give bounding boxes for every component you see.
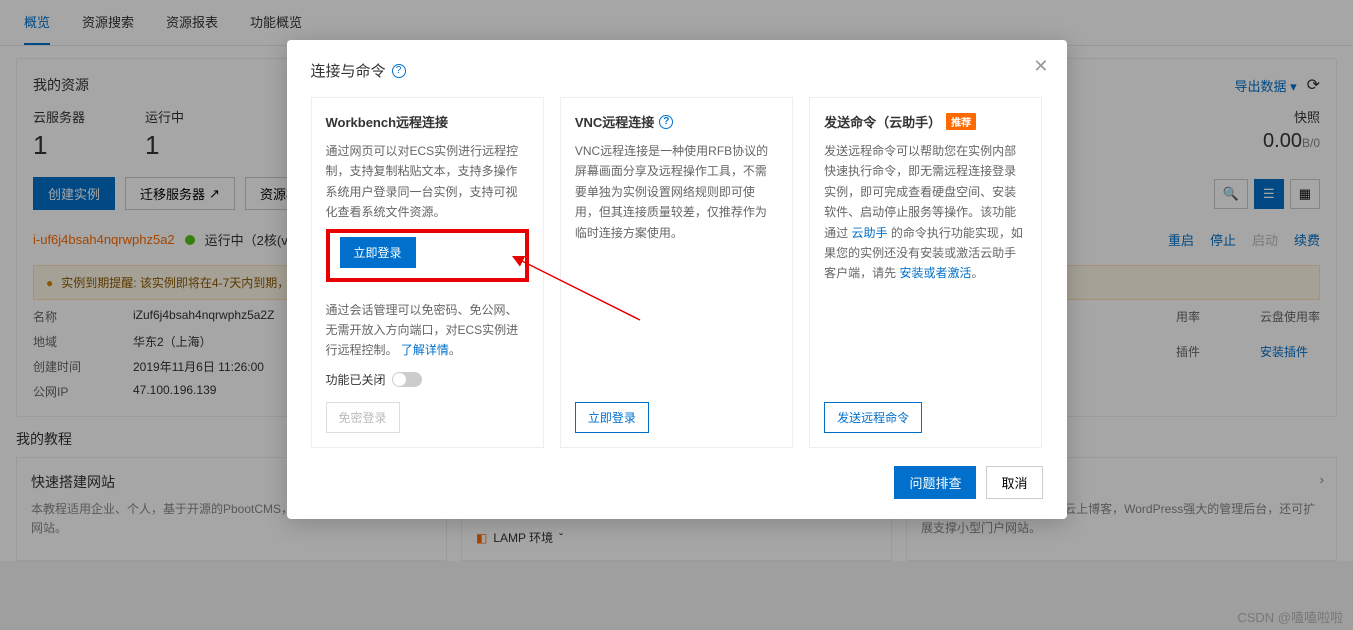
highlight-box: 立即登录 bbox=[326, 229, 529, 282]
vnc-login-button[interactable]: 立即登录 bbox=[575, 402, 649, 433]
watermark: CSDN @嗑嗑啦啦 bbox=[1237, 607, 1343, 626]
activate-link[interactable]: 安装或者激活 bbox=[900, 266, 972, 280]
recommended-badge: 推荐 bbox=[946, 113, 976, 130]
learn-more-link[interactable]: 了解详情 bbox=[401, 343, 449, 357]
feature-closed-label: 功能已关闭 bbox=[326, 371, 386, 388]
workbench-title: Workbench远程连接 bbox=[326, 112, 529, 131]
send-command-button[interactable]: 发送远程命令 bbox=[824, 402, 922, 433]
modal-title: 连接与命令 ? bbox=[311, 60, 1043, 81]
cancel-button[interactable]: 取消 bbox=[986, 466, 1042, 499]
help-icon[interactable]: ? bbox=[659, 115, 673, 129]
workbench-desc: 通过网页可以对ECS实例进行远程控制，支持复制粘贴文本，支持多操作系统用户登录同… bbox=[326, 141, 529, 223]
cloud-helper-link[interactable]: 云助手 bbox=[852, 226, 888, 240]
close-icon[interactable]: ✕ bbox=[1033, 56, 1048, 77]
noauth-login-button: 免密登录 bbox=[326, 402, 400, 433]
vnc-title: VNC远程连接 ? bbox=[575, 112, 778, 131]
connect-modal: 连接与命令 ? ✕ Workbench远程连接 通过网页可以对ECS实例进行远程… bbox=[287, 40, 1067, 519]
panel-vnc: VNC远程连接 ? VNC远程连接是一种使用RFB协议的屏幕画面分享及远程操作工… bbox=[560, 97, 793, 448]
troubleshoot-button[interactable]: 问题排查 bbox=[894, 466, 976, 499]
panel-workbench: Workbench远程连接 通过网页可以对ECS实例进行远程控制，支持复制粘贴文… bbox=[311, 97, 544, 448]
panel-cloud-assistant: 发送命令（云助手） 推荐 发送远程命令可以帮助您在实例内部快速执行命令，即无需远… bbox=[809, 97, 1042, 448]
session-toggle[interactable] bbox=[392, 372, 422, 387]
workbench-login-button[interactable]: 立即登录 bbox=[340, 237, 416, 268]
cmd-desc: 发送远程命令可以帮助您在实例内部快速执行命令，即无需远程连接登录实例，即可完成查… bbox=[824, 141, 1027, 284]
help-icon[interactable]: ? bbox=[392, 64, 406, 78]
cmd-title: 发送命令（云助手） 推荐 bbox=[824, 112, 1027, 131]
vnc-desc: VNC远程连接是一种使用RFB协议的屏幕画面分享及远程操作工具，不需要单独为实例… bbox=[575, 141, 778, 243]
